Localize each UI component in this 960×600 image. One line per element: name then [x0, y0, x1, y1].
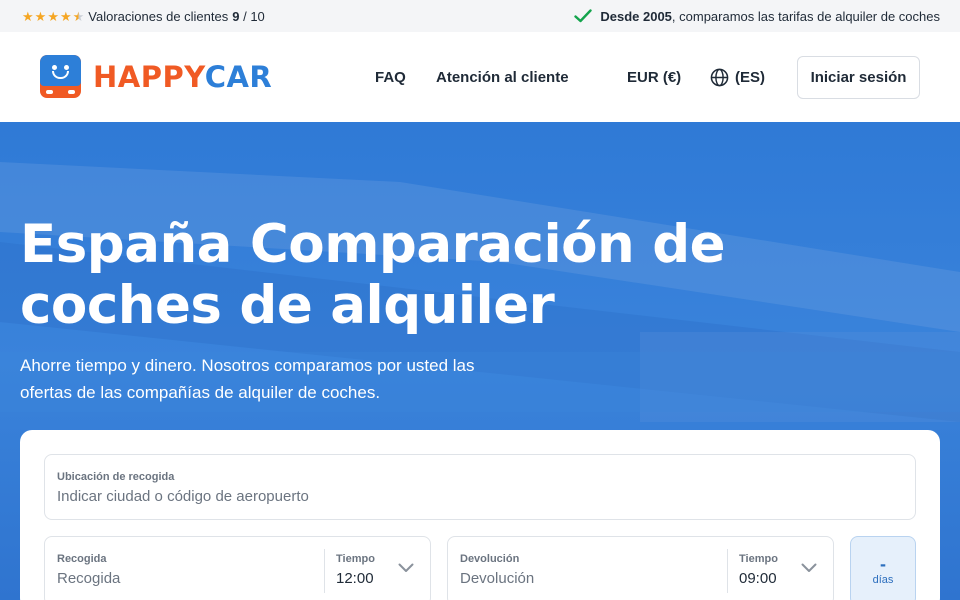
- star-icon: ★: [22, 8, 34, 24]
- rating-max: 10: [250, 8, 265, 24]
- return-date-label: Devolución: [460, 553, 520, 565]
- rental-days-value: -: [880, 554, 886, 574]
- rental-days-badge: - días: [850, 536, 916, 600]
- return-time-select[interactable]: 09:00: [739, 570, 777, 587]
- pickup-date-input[interactable]: Recogida: [57, 570, 120, 587]
- pickup-date-label: Recogida: [57, 553, 107, 565]
- rating-stars: ★ ★ ★ ★ ★: [22, 10, 84, 23]
- search-form: Ubicación de recogida Indicar ciudad o c…: [20, 430, 940, 600]
- since-bold: Desde 2005: [600, 8, 672, 24]
- hero-section: España Comparación de coches de alquiler…: [0, 122, 960, 600]
- field-divider: [727, 549, 728, 593]
- language-selector[interactable]: (ES): [710, 32, 765, 122]
- nav-customer-support[interactable]: Atención al cliente: [436, 32, 569, 122]
- site-header: HAPPYCAR FAQ Atención al cliente EUR (€)…: [0, 32, 960, 122]
- return-time-label: Tiempo: [739, 553, 778, 565]
- language-label: (ES): [735, 68, 765, 86]
- globe-icon: [710, 68, 729, 86]
- currency-selector[interactable]: EUR (€): [627, 32, 681, 122]
- pickup-datetime-field[interactable]: Recogida Recogida Tiempo 12:00: [44, 536, 431, 600]
- pickup-time-label: Tiempo: [336, 553, 375, 565]
- pickup-time-select[interactable]: 12:00: [336, 570, 374, 587]
- customer-rating: ★ ★ ★ ★ ★ Valoraciones de clientes 9 / 1…: [22, 9, 265, 24]
- login-button[interactable]: Iniciar sesión: [797, 56, 920, 99]
- rating-text: Valoraciones de clientes: [88, 8, 229, 24]
- star-icon: ★: [47, 8, 59, 24]
- check-icon: [574, 9, 593, 23]
- star-half-icon: ★: [72, 8, 85, 24]
- nav-faq[interactable]: FAQ: [375, 32, 406, 122]
- logo-car-icon: [40, 55, 81, 98]
- page-title: España Comparación de coches de alquiler: [20, 214, 726, 336]
- logo-wordmark: HAPPYCAR: [93, 59, 273, 94]
- since-message: Desde 2005, comparamos las tarifas de al…: [574, 9, 940, 24]
- return-date-input[interactable]: Devolución: [460, 570, 534, 587]
- field-divider: [324, 549, 325, 593]
- chevron-down-icon[interactable]: [398, 563, 414, 573]
- hero-subtitle: Ahorre tiempo y dinero. Nosotros compara…: [20, 356, 475, 402]
- star-icon: ★: [59, 8, 72, 24]
- pickup-location-label: Ubicación de recogida: [57, 471, 175, 483]
- return-datetime-field[interactable]: Devolución Devolución Tiempo 09:00: [447, 536, 834, 600]
- star-icon: ★: [34, 8, 47, 24]
- top-info-bar: ★ ★ ★ ★ ★ Valoraciones de clientes 9 / 1…: [0, 0, 960, 32]
- pickup-location-input[interactable]: Indicar ciudad o código de aeropuerto: [57, 488, 309, 505]
- rental-days-label: días: [872, 574, 894, 586]
- chevron-down-icon[interactable]: [801, 563, 817, 573]
- happycar-logo[interactable]: HAPPYCAR: [40, 55, 272, 98]
- since-text: , comparamos las tarifas de alquiler de …: [671, 8, 940, 24]
- rating-separator: /: [239, 8, 251, 24]
- pickup-location-field[interactable]: Ubicación de recogida Indicar ciudad o c…: [44, 454, 916, 520]
